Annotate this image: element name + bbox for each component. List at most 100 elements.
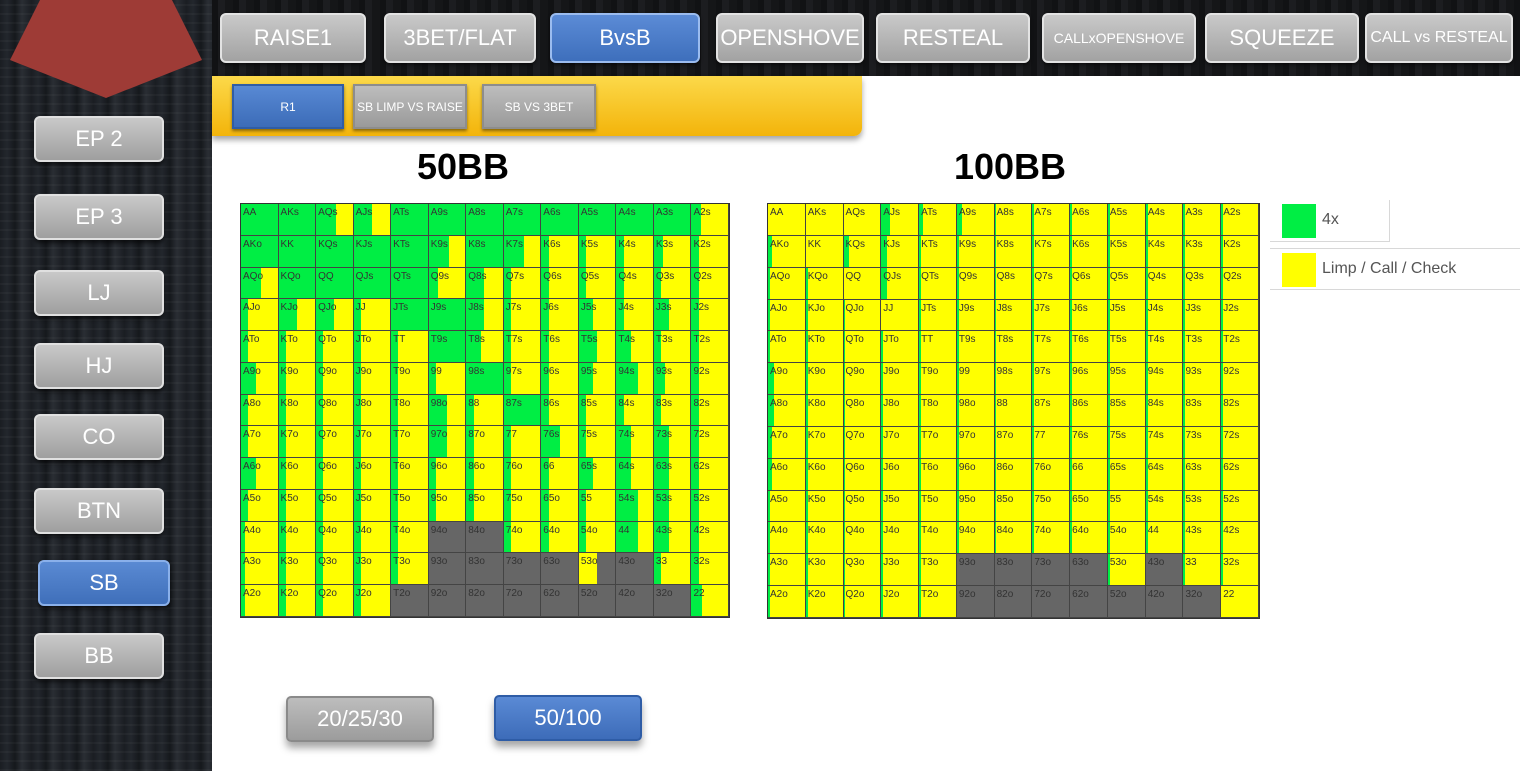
hand-cell: T6o [391,458,429,490]
hand-cell: KJs [353,235,392,268]
sidebar-item-ep2[interactable]: EP 2 [34,116,164,162]
hand-label: 92o [430,588,448,600]
hand-label: Q6o [845,461,865,473]
subtab-sb-vs-3bet[interactable]: SB VS 3BET [482,84,596,129]
hand-cell: 85s [578,394,617,427]
hand-cell: 87s [503,394,542,427]
hand-label: K6s [1072,238,1090,250]
hand-cell: A3s [653,204,692,236]
hand-label: J7s [1034,302,1050,314]
sidebar-item-hj[interactable]: HJ [34,343,164,389]
sidebar-item-sb[interactable]: SB [38,560,170,606]
hand-label: 98o [430,397,448,409]
hand-label: JJ [883,302,894,314]
hand-cell: K7s [1032,235,1071,268]
hand-cell: 76s [1070,426,1108,459]
hand-cell: K7s [503,235,542,268]
tab-call-vs-resteal[interactable]: CALL vs RESTEAL [1365,13,1513,63]
tab-squeeze[interactable]: SQUEEZE [1205,13,1359,63]
hand-label: 87o [996,429,1014,441]
hand-cell: J2o [353,585,392,617]
hand-cell: 64o [1070,522,1108,555]
hand-cell: AQs [316,204,354,236]
subtab-sb-limp-vs-raise[interactable]: SB LIMP VS RAISE [353,84,467,129]
tab-3bet-flat[interactable]: 3BET/FLAT [384,13,536,63]
hand-cell: J8o [881,395,920,427]
hand-cell: 75o [503,489,542,522]
sidebar-item-co[interactable]: CO [34,414,164,460]
tab-resteal[interactable]: RESTEAL [876,13,1030,63]
hand-label: K6o [807,461,826,473]
hand-label: 84o [996,525,1014,537]
hand-cell: 83o [466,553,504,586]
hand-cell: 94o [428,521,467,554]
hand-label: 63o [1072,557,1089,569]
hand-cell: Q9s [428,267,467,300]
hand-cell: 95s [578,362,617,395]
sidebar-item-lj[interactable]: LJ [34,270,164,316]
hand-label: 65o [1072,493,1089,505]
hand-cell: A7s [1032,204,1071,236]
tab-callxopenshove[interactable]: CALLxOPENSHOVE [1042,13,1196,63]
hand-label: A5o [243,492,261,504]
stack-button-50-100[interactable]: 50/100 [494,695,642,741]
hand-label: 42o [618,588,636,600]
hand-cell: TT [391,331,429,363]
hand-label: 33 [1185,557,1197,569]
hand-cell: J5s [578,299,617,332]
hand-label: 87o [468,429,485,441]
hand-label: T3s [1185,334,1203,346]
hand-range-grid-50bb: AA AKs AQs AJs ATs A9s A8s A7s A6s A5s A4s A3s A2s AK… [240,203,730,618]
hand-label: 55 [1109,493,1122,505]
hand-label: Q3o [845,557,865,569]
hand-label: 72s [693,429,710,441]
tab-raise1[interactable]: RAISE1 [220,13,366,63]
hand-cell: A5s [1107,204,1146,236]
hand-cell: J6s [1070,299,1108,332]
hand-label: 74s [1147,429,1164,441]
hand-cell: T9o [919,363,957,396]
hand-label: J6o [355,461,372,473]
hand-label: A4s [618,207,636,218]
hand-label: 62s [693,461,710,473]
hand-label: J5s [580,302,597,314]
hand-cell: 63s [653,458,692,490]
hand-cell: K4o [805,522,844,555]
hand-cell: A9o [241,362,279,395]
hand-cell: Q9o [843,363,882,396]
hand-cell: 83o [994,554,1033,587]
tab-openshove[interactable]: OPENSHOVE [716,13,864,63]
hand-cell: 32s [1221,554,1259,587]
hand-cell: A6o [768,458,806,491]
hand-cell: 86o [466,458,504,490]
hand-cell: J2s [691,299,729,332]
sidebar-item-ep3[interactable]: EP 3 [34,194,164,240]
hand-cell: J4o [881,522,920,555]
tab-bvsb[interactable]: BvsB [550,13,700,63]
hand-label: 87s [1034,398,1051,410]
hand-cell: 53s [653,489,692,522]
hand-label: 64o [1072,525,1089,537]
hand-cell: K8s [466,235,504,268]
hand-range-grid-100bb: AA AKs AQs AJs ATs A9s A8s A7s A6s A5s A4s A3s A2s AK… [767,203,1260,619]
hand-label: 86s [1072,398,1089,410]
hand-label: 62o [543,588,560,600]
hand-label: 94s [1147,366,1164,378]
hand-cell: 87o [994,426,1033,459]
hand-label: A5s [1109,207,1128,218]
sidebar-item-bb[interactable]: BB [34,633,164,679]
hand-cell: Q2o [316,585,354,617]
hand-cell: 85o [466,489,504,522]
stack-button-20-25-30[interactable]: 20/25/30 [286,696,434,742]
sidebar-item-btn[interactable]: BTN [34,488,164,534]
hand-cell: AQs [843,204,882,236]
subtab-r1[interactable]: R1 [232,84,344,129]
hand-label: K7o [280,429,299,441]
hand-cell: A3o [241,553,279,586]
hand-label: A8o [770,398,788,410]
hand-label: Q4o [318,524,337,536]
hand-cell: 72o [1032,586,1071,618]
hand-cell: T7s [503,331,542,363]
hand-label: T3o [393,556,411,568]
hand-label: J2o [883,589,900,601]
